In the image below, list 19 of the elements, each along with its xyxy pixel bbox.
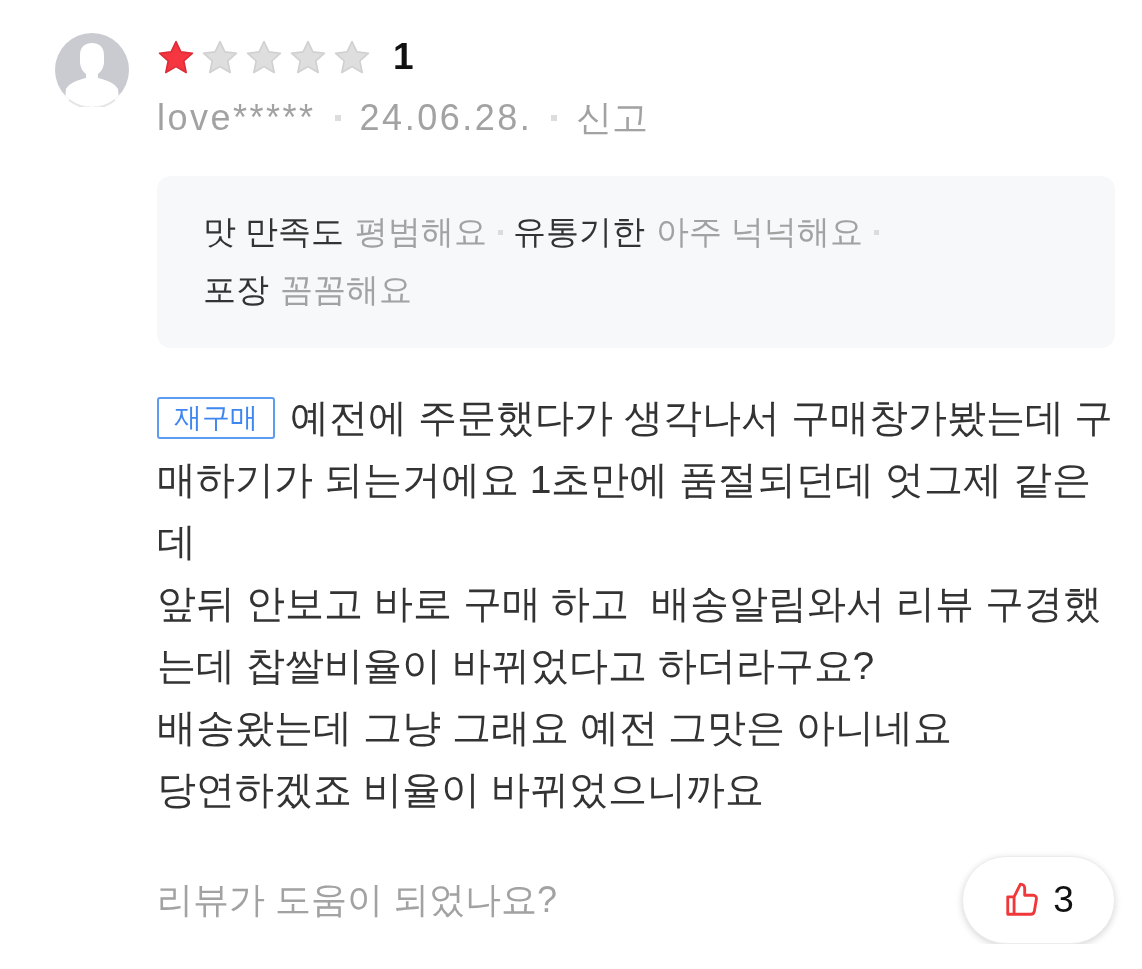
attribute-label: 맛 만족도 xyxy=(203,212,345,252)
avatar-icon xyxy=(55,33,129,107)
star-icon xyxy=(201,38,239,76)
repurchase-tag: 재구매 xyxy=(157,397,275,439)
attribute-value: 평범해요 xyxy=(355,212,488,252)
review-text: 재구매 예전에 주문했다가 생각나서 구매창가봤는데 구매하기가 되는거에요 1초만에 품절되던데 엇그제 같은데 앞뒤 안보고 바로 구매 하고 배송알림와서 리뷰 구경했는데 찹쌀비율이 바뀌었다고 하더라구요? 배송왔는데 그냥 그래요 예전 그맛은 아니네요 당연하겠죠 비율이 바뀌었으니까요 xyxy=(157,395,1115,813)
like-button[interactable]: 3 xyxy=(962,856,1115,944)
star-icon xyxy=(289,38,327,76)
attribute-value: 꼼꼼해요 xyxy=(280,270,412,310)
star-icon xyxy=(333,38,371,76)
review-date: 24.06.28. xyxy=(359,96,533,140)
helpful-question: 리뷰가 도움이 되었나요? xyxy=(157,877,558,922)
star-icon xyxy=(245,38,283,76)
rating-score: 1 xyxy=(393,38,414,76)
star-icon xyxy=(157,38,195,76)
attribute-label: 유통기한 xyxy=(513,212,646,252)
author-name: love***** xyxy=(157,96,316,140)
attribute-label: 포장 xyxy=(203,270,269,310)
attribute-value: 아주 넉넉해요 xyxy=(656,212,864,252)
